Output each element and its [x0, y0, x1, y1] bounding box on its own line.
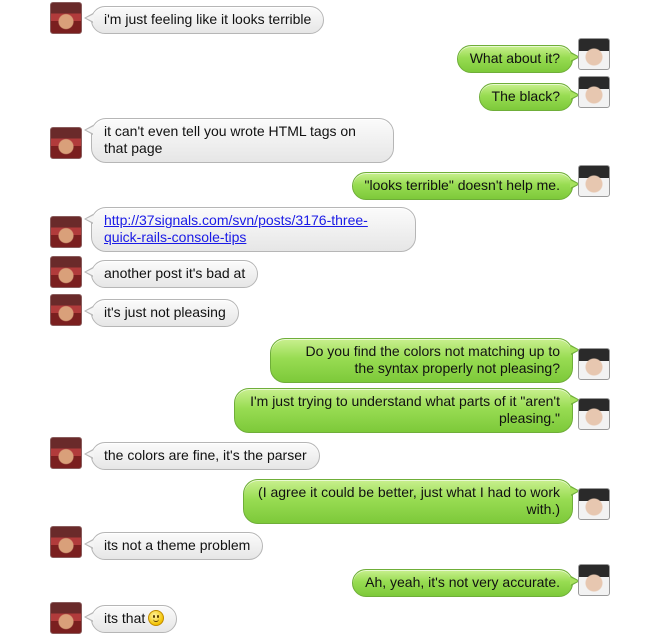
- message-text: What about it?: [469, 50, 560, 66]
- avatar-contact: [50, 294, 82, 326]
- message-bubble-received: i'm just feeling like it looks terrible: [83, 6, 325, 34]
- message-bubble-received: its not a theme problem: [83, 532, 264, 560]
- message-text: I'm just trying to understand what parts…: [250, 393, 560, 426]
- message-bubble-received: another post it's bad at: [83, 260, 259, 288]
- message-bubble-sent: The black?: [478, 83, 581, 111]
- avatar-self: [578, 398, 610, 430]
- message-text: Do you find the colors not matching up t…: [305, 343, 560, 376]
- message-bubble-received: it's just not pleasing: [84, 299, 239, 327]
- message-text: the colors are fine, it's the parser: [104, 447, 307, 463]
- message-text: its that: [104, 610, 146, 626]
- avatar-self: [578, 38, 610, 70]
- avatar-contact: [50, 526, 82, 558]
- avatar-self: [578, 488, 610, 520]
- message-bubble-received: its that: [83, 605, 178, 633]
- avatar-self: [578, 76, 610, 108]
- message-link[interactable]: http://37signals.com/svn/posts/3176-thre…: [104, 212, 368, 245]
- avatar-self: [578, 348, 610, 380]
- message-bubble-sent: Do you find the colors not matching up t…: [270, 338, 580, 383]
- message-bubble-sent: I'm just trying to understand what parts…: [234, 388, 580, 433]
- avatar-self: [578, 564, 610, 596]
- message-bubble-received: the colors are fine, it's the parser: [84, 442, 320, 470]
- avatar-contact: [50, 437, 82, 469]
- message-bubble-received: http://37signals.com/svn/posts/3176-thre…: [84, 207, 416, 252]
- message-text: i'm just feeling like it looks terrible: [104, 11, 312, 27]
- avatar-contact: [50, 256, 82, 288]
- message-text: its not a theme problem: [104, 537, 251, 553]
- message-text: Ah, yeah, it's not very accurate.: [365, 574, 560, 590]
- message-bubble-sent: "looks terrible" doesn't help me.: [351, 172, 580, 200]
- avatar-contact: [50, 127, 82, 159]
- message-text: "looks terrible" doesn't help me.: [364, 177, 561, 193]
- message-text: it's just not pleasing: [104, 304, 226, 320]
- avatar-contact: [50, 216, 82, 248]
- avatar-contact: [50, 602, 82, 634]
- message-bubble-received: it can't even tell you wrote HTML tags o…: [84, 118, 394, 163]
- message-bubble-sent: What about it?: [456, 45, 581, 73]
- message-bubble-sent: (I agree it could be better, just what I…: [243, 479, 580, 524]
- message-text: it can't even tell you wrote HTML tags o…: [104, 123, 356, 156]
- message-text: (I agree it could be better, just what I…: [258, 484, 560, 517]
- avatar-contact: [50, 2, 82, 34]
- message-text: another post it's bad at: [104, 265, 246, 281]
- message-text: The black?: [491, 88, 560, 104]
- avatar-self: [578, 165, 610, 197]
- message-bubble-sent: Ah, yeah, it's not very accurate.: [352, 569, 580, 597]
- smiley-icon: [148, 610, 165, 626]
